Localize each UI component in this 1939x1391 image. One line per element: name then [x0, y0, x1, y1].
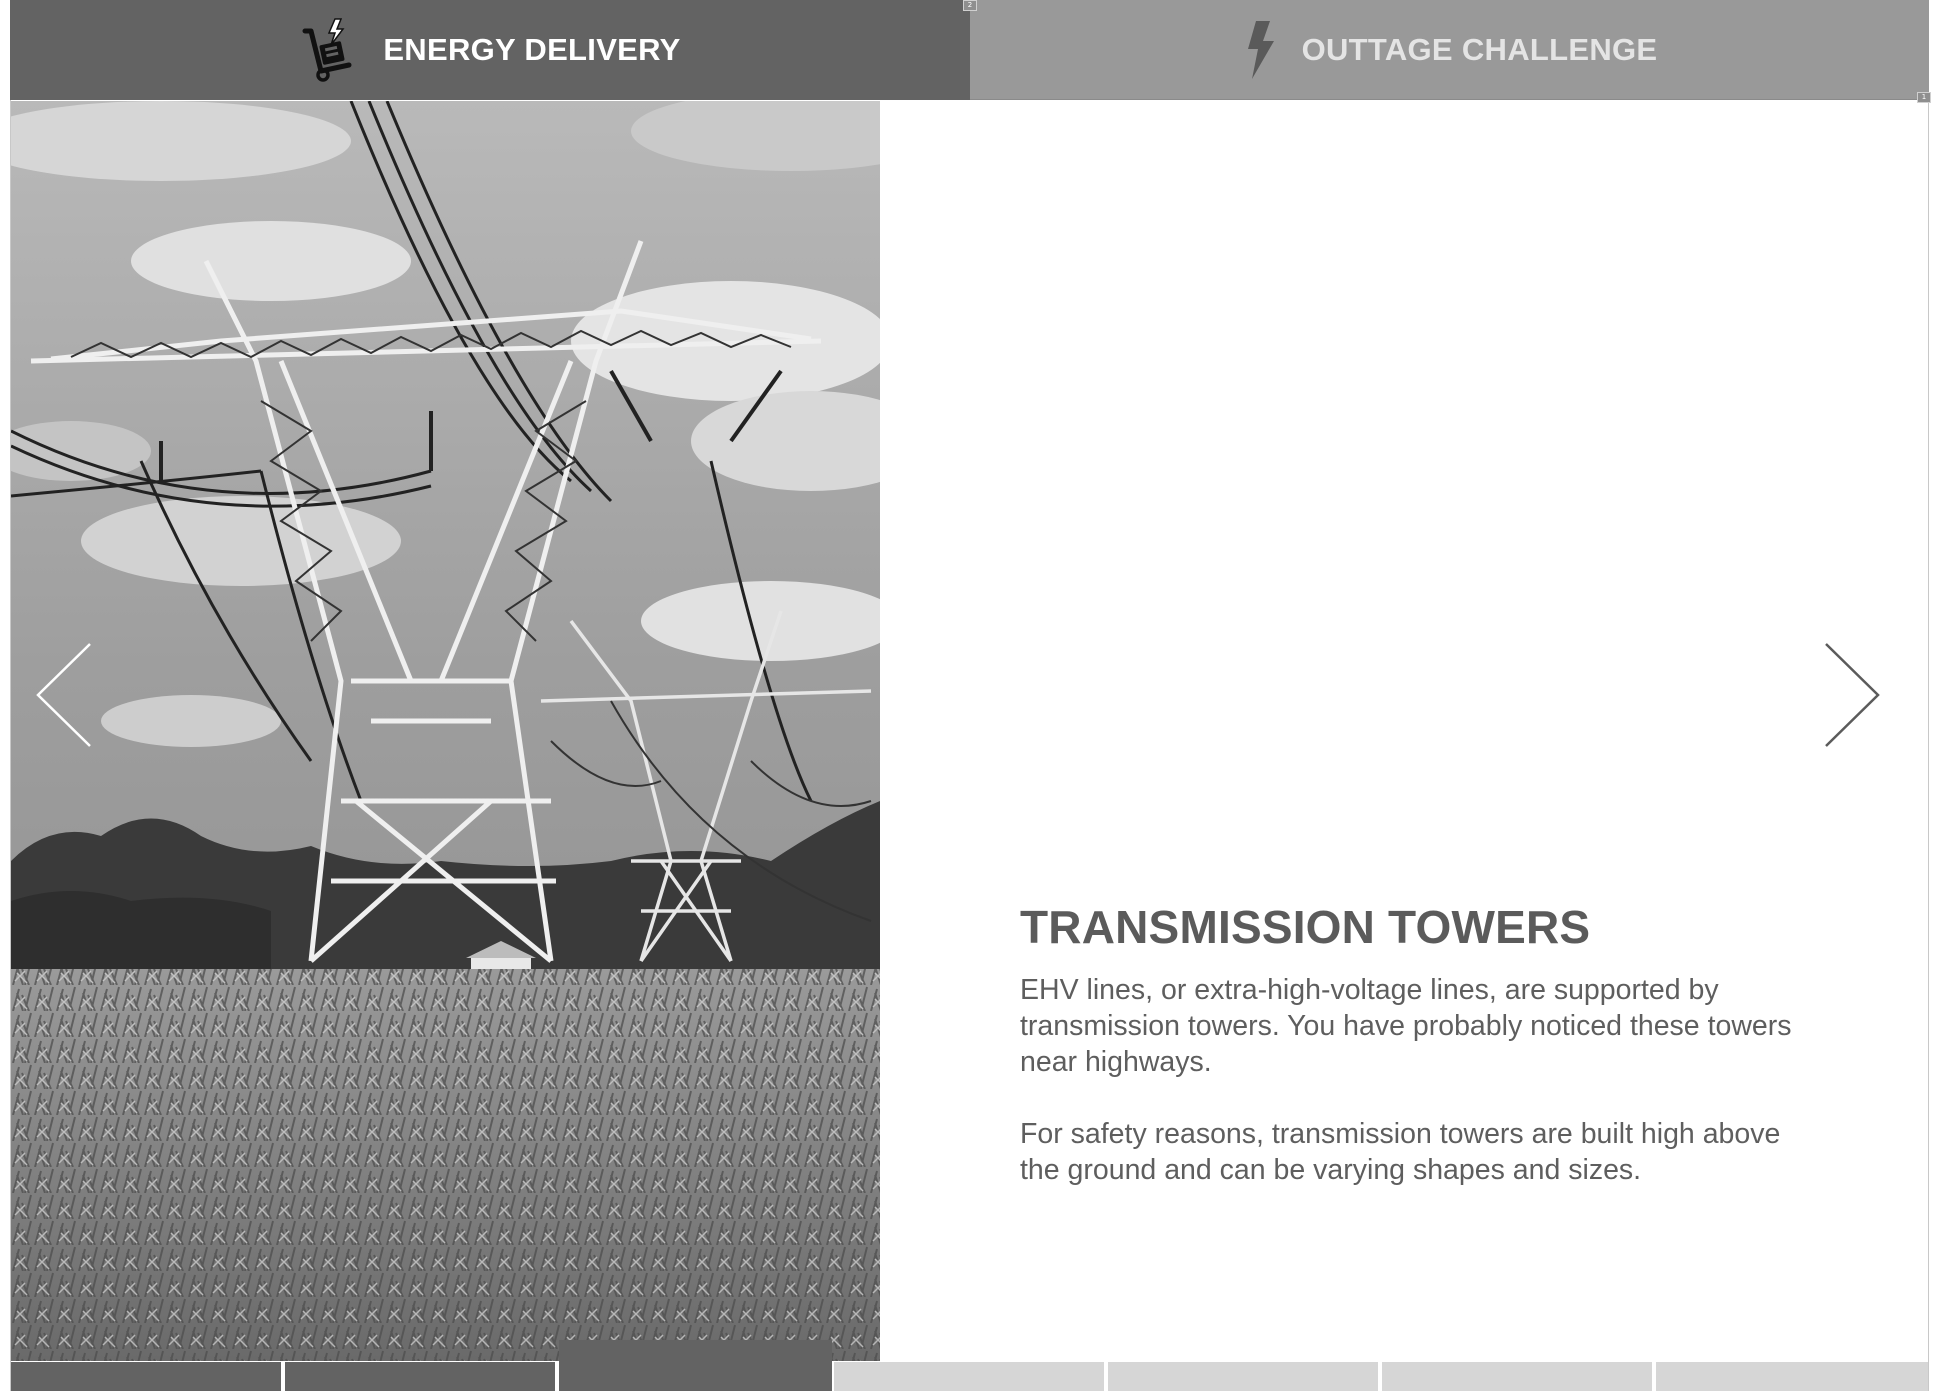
top-tab-bar: ENERGY DELIVERY OUTTAGE CHALLENGE — [10, 0, 1929, 100]
tab-outtage-challenge-label: OUTTAGE CHALLENGE — [1301, 31, 1658, 67]
progress-segment-5[interactable] — [1108, 1362, 1378, 1391]
tab-energy-delivery[interactable]: ENERGY DELIVERY — [10, 0, 970, 100]
tab-energy-delivery-label: ENERGY DELIVERY — [383, 32, 681, 67]
slide-photo — [11, 101, 880, 1361]
hand-truck-lightning-icon — [299, 17, 359, 83]
previous-slide-button[interactable] — [30, 640, 100, 750]
next-slide-button[interactable] — [1820, 640, 1890, 750]
slide-title: TRANSMISSION TOWERS — [1020, 901, 1591, 953]
tab-outtage-challenge[interactable]: OUTTAGE CHALLENGE — [970, 0, 1929, 100]
lightning-bolt-icon — [1242, 19, 1278, 81]
transmission-towers-image — [11, 101, 880, 1361]
progress-segment-2[interactable] — [285, 1362, 555, 1391]
progress-segment-1[interactable] — [11, 1362, 281, 1391]
progress-segment-6[interactable] — [1382, 1362, 1652, 1391]
slide-paragraph-2: For safety reasons, transmission towers … — [1020, 1118, 1781, 1186]
chevron-left-icon — [36, 643, 91, 747]
slide-content: TRANSMISSION TOWERS EHV lines, or extra-… — [1020, 900, 1800, 1224]
progress-segment-3[interactable] — [559, 1340, 832, 1391]
progress-segment-7[interactable] — [1656, 1362, 1928, 1391]
slide-paragraph-1: EHV lines, or extra-high-voltage lines, … — [1020, 974, 1792, 1078]
chevron-right-icon — [1825, 643, 1880, 747]
corner-mark-top-right: 1 — [1917, 92, 1931, 103]
corner-mark-top-center: 2 — [963, 0, 977, 11]
progress-segment-4[interactable] — [834, 1362, 1104, 1391]
slide-progress-bar — [11, 1340, 1928, 1391]
